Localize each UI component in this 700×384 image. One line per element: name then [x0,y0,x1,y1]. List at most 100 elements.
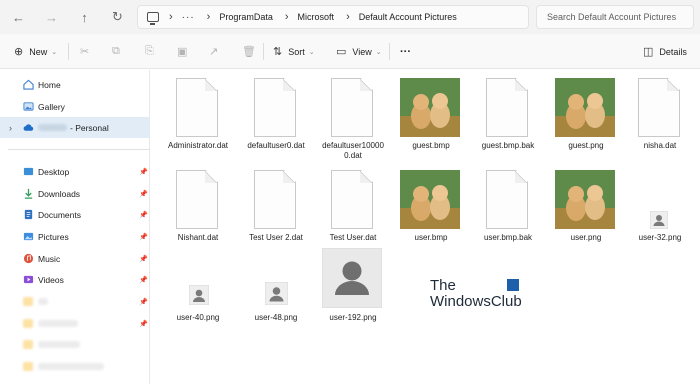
sidebar-item-label: - Personal [70,122,109,133]
new-button[interactable]: ⊕ New ⌄ [14,34,57,69]
forward-arrow-icon[interactable]: → [35,0,68,34]
details-button[interactable]: ◫ Details [643,34,687,69]
chevron-right-icon[interactable]: › [9,123,12,133]
sidebar-item-label: Videos [38,274,64,285]
pin-icon[interactable]: 📌 [139,190,148,198]
sidebar-item-blurred[interactable] [0,334,150,355]
file-name: Test User 2.dat [249,233,303,242]
blurred-label [38,298,48,305]
sidebar-item-label: Downloads [38,188,81,199]
this-pc-icon [147,12,159,25]
file-icon [176,170,218,229]
new-label: New [29,46,48,57]
sidebar-item-documents[interactable]: Documents 📌 [0,204,150,225]
file-name: Nishant.dat [177,233,219,242]
breadcrumb-programdata[interactable]: ProgramData [219,12,273,22]
divider [68,43,69,60]
chevron-right-icon[interactable]: › [346,11,350,23]
file-name: defaultuser0.dat [247,141,305,150]
sidebar-item-downloads[interactable]: Downloads 📌 [0,183,150,204]
home-icon [23,79,34,90]
divider [263,43,264,60]
file-name: user.png [570,233,602,242]
sidebar-item-gallery[interactable]: Gallery [0,96,150,117]
plus-circle-icon: ⊕ [14,46,24,58]
breadcrumb-overflow[interactable]: ··· [182,12,195,23]
up-arrow-icon[interactable]: ↑ [68,0,101,34]
file-name: Administrator.dat [167,141,229,150]
puppies-photo-thumbnail [555,170,615,229]
file-name: Test User.dat [329,233,377,242]
sort-button[interactable]: ⇅ Sort ⌄ [273,34,315,69]
watermark-line2: WindowsClub [430,293,522,310]
blurred-account-name [38,124,67,131]
address-row: ← → ↑ ↻ › ··· › ProgramData › Microsoft … [0,0,700,34]
file-name: guest.png [568,141,604,150]
onedrive-cloud-icon [23,124,34,131]
sidebar-item-music[interactable]: Music 📌 [0,248,150,269]
file-icon [331,78,373,137]
blurred-label [38,363,104,370]
sidebar-item-onedrive[interactable]: › - Personal [0,117,150,138]
chevron-right-icon[interactable]: › [207,11,211,23]
music-folder-icon [23,253,34,264]
view-icon: ▭ [336,46,347,58]
delete-icon[interactable]: 🗑 [242,45,256,58]
sidebar-item-blurred[interactable]: 📌 [0,313,150,334]
cut-icon[interactable]: ✂ [80,45,89,58]
address-bar[interactable]: › ··· › ProgramData › Microsoft › Defaul… [137,5,529,29]
details-label: Details [659,46,687,57]
breadcrumb-default-account-pictures[interactable]: Default Account Pictures [359,12,457,22]
sidebar-item-blurred[interactable]: 📌 [0,291,150,312]
breadcrumb-microsoft[interactable]: Microsoft [298,12,335,22]
pin-icon[interactable]: 📌 [139,168,148,176]
pictures-folder-icon [23,232,34,241]
pin-icon[interactable]: 📌 [139,211,148,219]
sidebar-item-home[interactable]: Home [0,74,150,95]
chevron-right-icon[interactable]: › [169,11,173,23]
pin-icon[interactable]: 📌 [139,233,148,241]
file-icon [331,170,373,229]
sidebar-item-label: Music [38,253,61,264]
navigation-pane: Home Gallery › - Personal Desktop 📌 Down… [0,70,150,384]
sidebar-item-videos[interactable]: Videos 📌 [0,269,150,290]
pin-icon[interactable]: 📌 [139,320,148,328]
pin-icon[interactable]: 📌 [139,276,148,284]
back-arrow-icon[interactable]: ← [2,0,35,34]
sidebar-item-label: Desktop [38,166,70,177]
copy-icon[interactable]: ⧉ [112,45,120,58]
file-name: user-192.png [329,313,377,322]
search-input[interactable]: Search Default Account Pictures [536,5,694,29]
sidebar-item-label: Documents [38,209,81,220]
file-name: user.bmp [414,233,448,242]
command-bar: ⊕ New ⌄ ✂ ⧉ ⎘ ▣ ↗ 🗑 ⇅ Sort ⌄ ▭ View ⌄ ··… [0,34,700,69]
file-icon [254,78,296,137]
chevron-right-icon[interactable]: › [285,11,289,23]
pin-icon[interactable]: 📌 [139,255,148,263]
puppies-photo-thumbnail [555,78,615,137]
sidebar-item-desktop[interactable]: Desktop 📌 [0,161,150,182]
pin-icon[interactable]: 📌 [139,298,148,306]
view-button[interactable]: ▭ View ⌄ [336,34,382,69]
rename-icon[interactable]: ▣ [177,45,187,58]
refresh-icon[interactable]: ↻ [101,0,134,34]
blurred-label [38,341,80,348]
share-icon[interactable]: ↗ [209,45,218,58]
sidebar-item-pictures[interactable]: Pictures 📌 [0,226,150,247]
file-icon [638,78,680,137]
folder-icon [23,362,33,371]
downloads-folder-icon [24,188,33,199]
paste-icon[interactable]: ⎘ [145,45,154,58]
file-name: user-48.png [254,313,298,322]
blurred-label [38,320,78,327]
user-avatar-icon [650,211,668,229]
user-avatar-icon [265,282,288,305]
user-avatar-icon [189,285,209,305]
file-icon [486,170,528,229]
sidebar-item-blurred[interactable] [0,356,150,377]
file-name: user-32.png [638,233,682,242]
more-options-button[interactable]: ··· [400,34,411,69]
folder-icon [23,297,33,306]
puppies-photo-thumbnail [400,170,460,229]
file-name: user.bmp.bak [483,233,533,242]
